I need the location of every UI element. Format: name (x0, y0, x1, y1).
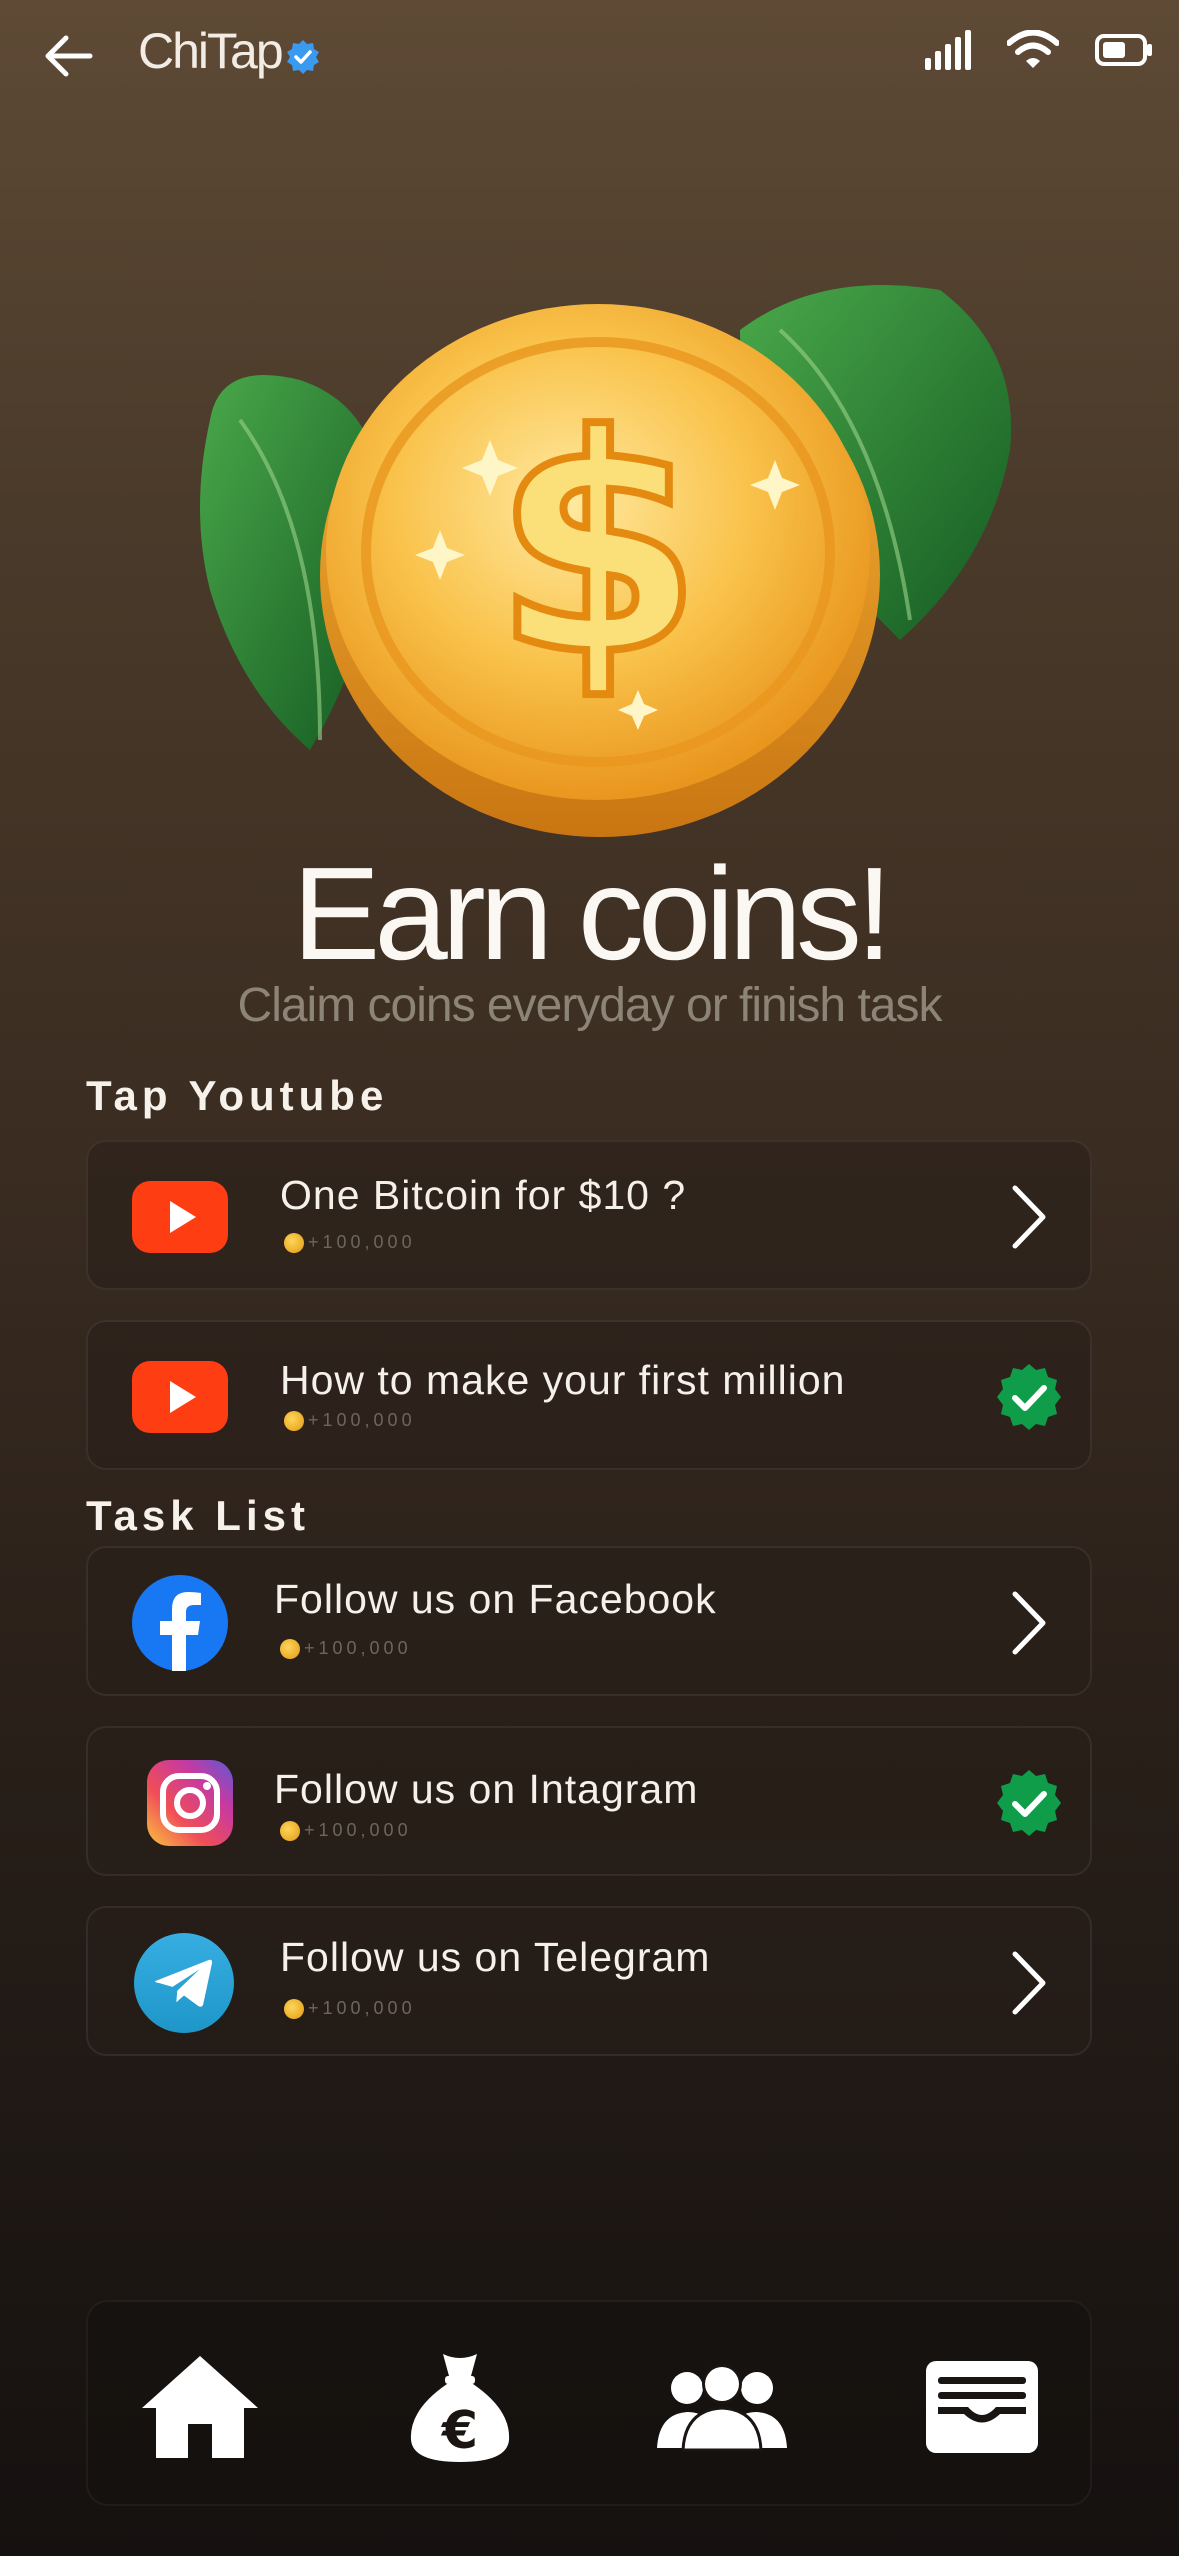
task-card[interactable]: Follow us on Telegram +100,000 (86, 1906, 1092, 2056)
youtube-icon (130, 1167, 230, 1267)
task-reward: +100,000 (280, 1638, 412, 1659)
svg-text:€: € (441, 2401, 478, 2461)
coin-icon (284, 1232, 304, 1253)
back-button[interactable] (40, 26, 104, 86)
money-bag-euro-icon: € (410, 2354, 510, 2462)
task-card[interactable]: One Bitcoin for $10 ? +100,000 (86, 1140, 1092, 1290)
telegram-icon (134, 1933, 234, 2033)
subline: Claim coins everyday or finish task (237, 979, 943, 1032)
task-title: Follow us on Telegram (280, 1934, 711, 1980)
coin-icon (284, 1998, 304, 2019)
nav-wallet[interactable] (912, 2347, 1052, 2467)
task-reward: +100,000 (280, 1820, 412, 1841)
coin-icon (280, 1638, 300, 1659)
check-done-icon (994, 1768, 1064, 1838)
wifi-icon (1007, 30, 1059, 68)
task-title: How to make your first million (280, 1357, 846, 1403)
task-card[interactable]: Follow us on Intagram +100,000 (86, 1726, 1092, 1876)
task-reward: +100,000 (284, 1998, 416, 2019)
section-title-tasks: Task List (86, 1492, 310, 1539)
bottom-nav: € (86, 2300, 1092, 2506)
nav-earn[interactable]: € (390, 2347, 530, 2467)
signal-icon (925, 30, 971, 70)
home-icon (142, 2356, 258, 2458)
friends-icon (657, 2364, 787, 2452)
task-card[interactable]: Follow us on Facebook +100,000 (86, 1546, 1092, 1696)
verified-badge-icon (287, 40, 319, 74)
task-title: One Bitcoin for $10 ? (280, 1172, 687, 1218)
battery-icon (1095, 34, 1152, 66)
task-reward: +100,000 (284, 1410, 416, 1431)
instagram-icon (140, 1753, 240, 1853)
coin-icon (284, 1410, 304, 1431)
section-title-youtube: Tap Youtube (86, 1072, 389, 1119)
nav-friends[interactable] (652, 2347, 792, 2467)
coin-icon (280, 1820, 300, 1841)
wallet-icon (926, 2361, 1038, 2453)
chevron-right-icon[interactable] (994, 1588, 1064, 1658)
svg-text:$: $ (494, 372, 703, 721)
chevron-right-icon[interactable] (994, 1948, 1064, 2018)
task-card[interactable]: How to make your first million +100,000 (86, 1320, 1092, 1470)
facebook-icon (130, 1573, 230, 1673)
headline: Earn coins! (292, 840, 892, 987)
chevron-right-icon[interactable] (994, 1182, 1064, 1252)
task-reward: +100,000 (284, 1232, 416, 1253)
status-icons (925, 30, 1153, 70)
arrow-left-icon (45, 35, 93, 77)
app-title: ChiTap (138, 23, 284, 79)
check-done-icon (994, 1362, 1064, 1432)
coin-illustration: $ (200, 285, 1012, 837)
youtube-icon (130, 1347, 230, 1447)
task-title: Follow us on Intagram (274, 1766, 699, 1812)
task-title: Follow us on Facebook (274, 1576, 717, 1622)
nav-home[interactable] (130, 2347, 270, 2467)
top-bar: ChiTap (0, 0, 1179, 112)
